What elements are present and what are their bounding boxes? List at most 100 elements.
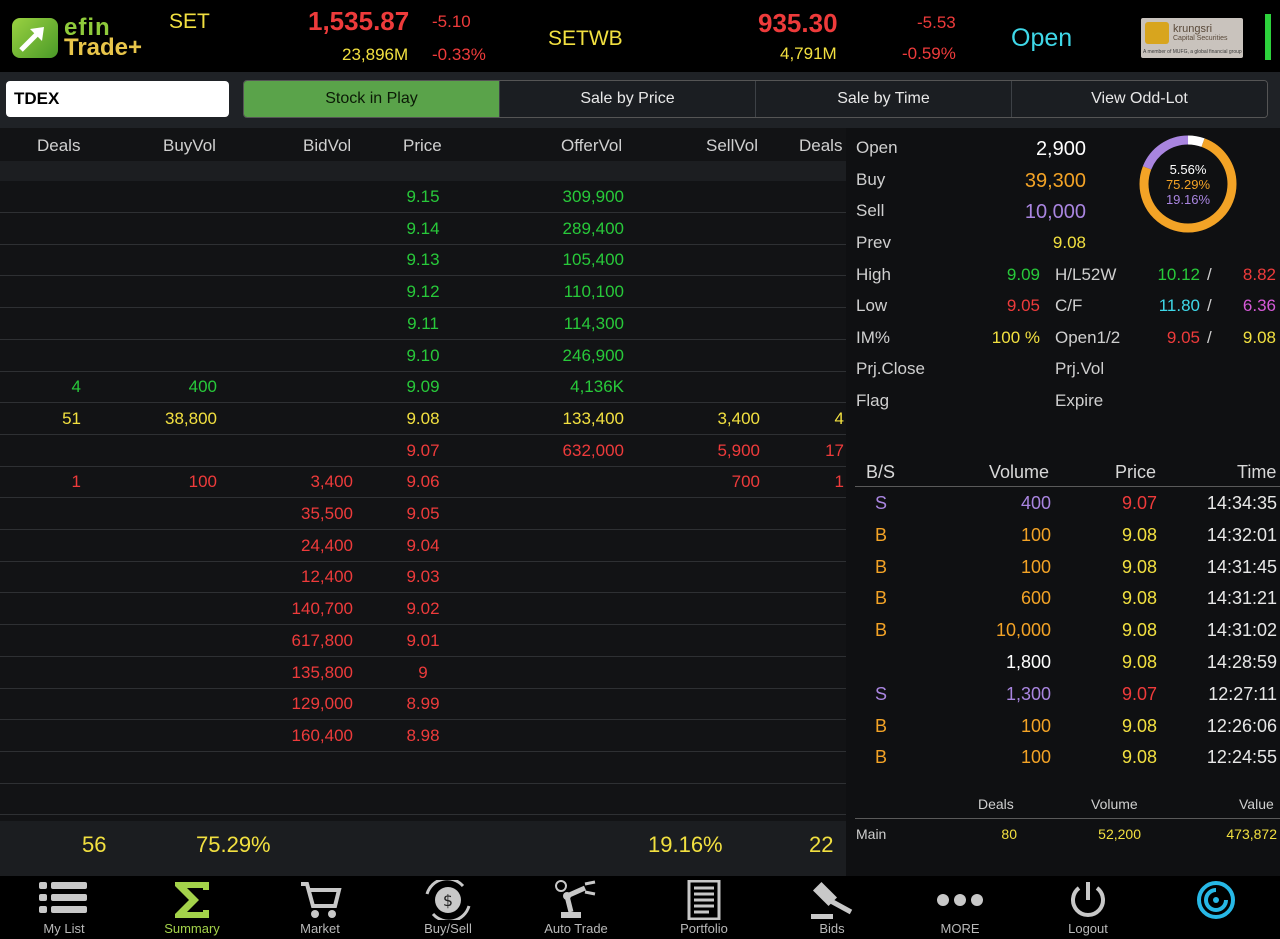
book-row[interactable]: 35,500 9.05 (0, 498, 846, 530)
trade-cell-volume: 100 (1020, 747, 1051, 768)
trade-cell-side: B (875, 524, 888, 545)
power-icon (1071, 882, 1105, 917)
tab-view-odd-lot[interactable]: View Odd-Lot (1011, 81, 1267, 117)
nav-refresh[interactable] (1152, 876, 1280, 939)
trade-cell-time: 14:31:45 (1206, 556, 1277, 577)
tab-sale-by-time[interactable]: Sale by Time (755, 81, 1011, 117)
buy-deals-total: 56 (82, 832, 107, 857)
trade-cell-time: 12:24:55 (1206, 747, 1277, 768)
trade-cell-volume: 400 (1020, 493, 1051, 513)
nav-auto-trade-label: Auto Trade (544, 921, 608, 936)
trade-cell-volume: 100 (1020, 524, 1051, 545)
trade-cell-price: 9.08 (1121, 556, 1157, 577)
book-row[interactable]: 135,800 9 (0, 657, 846, 689)
open1-value: 9.05 (1166, 328, 1200, 347)
setwb-value: 4,791M (780, 44, 837, 63)
symbol-search-input[interactable]: TDEX (6, 81, 229, 117)
trade-row: B 10,000 9.08 14:31:02 (855, 614, 1280, 646)
prjvol-label: Prj.Vol (1055, 359, 1105, 378)
nav-portfolio[interactable]: Portfolio (640, 876, 768, 939)
book-cell-price: 9.15 (406, 187, 440, 206)
setwb-label: SETWB (548, 27, 623, 50)
set-change: -5.10 (432, 12, 471, 31)
nav-more-label: MORE (940, 921, 980, 936)
low-label: Low (856, 296, 888, 315)
book-row[interactable]: 24,400 9.04 (0, 530, 846, 562)
book-row[interactable]: 160,400 8.98 (0, 720, 846, 752)
broker-logo: krungsri Capital Securities A member of … (1141, 18, 1243, 58)
book-cell-sellvol: 5,900 (717, 440, 760, 460)
book-cell-bidvol: 129,000 (291, 694, 353, 714)
tab-stock-in-play[interactable]: Stock in Play (244, 81, 499, 117)
book-row[interactable]: 140,700 9.02 (0, 593, 846, 626)
setwb-change: -5.53 (917, 13, 956, 32)
book-cell-price: 9.08 (406, 408, 440, 428)
trade-row: 1,800 9.08 14:28:59 (855, 646, 1280, 678)
summary-deals-label: Deals (978, 796, 1014, 812)
book-row[interactable]: 1 100 3,400 9.06 700 1 (0, 466, 846, 499)
book-cell-sdeals: 4 (834, 408, 844, 428)
book-cell-price: 9.14 (406, 218, 440, 238)
book-cell-price: 9.06 (406, 472, 440, 492)
summary-deals: 80 (1001, 826, 1017, 842)
book-row[interactable]: 129,000 8.99 (0, 688, 846, 721)
tab-sale-by-price[interactable]: Sale by Price (499, 81, 755, 117)
col-deals-sell: Deals (799, 136, 843, 155)
trade-cell-time: 14:31:21 (1206, 588, 1277, 609)
book-cell-price: 9.11 (407, 313, 439, 333)
cart-icon (301, 882, 342, 918)
app-logo: efin Trade+ (12, 14, 172, 61)
nav-buy-sell[interactable]: $ Buy/Sell (384, 876, 512, 939)
svg-text:$: $ (443, 891, 453, 910)
setwb-index: 935.30 (758, 8, 838, 38)
book-row[interactable]: 9.10 246,900 (0, 340, 846, 372)
book-row[interactable]: 12,400 9.03 (0, 561, 846, 594)
nav-logout[interactable]: Logout (1024, 876, 1152, 939)
book-row[interactable]: 9.14 289,400 (0, 213, 846, 245)
nav-buy-sell-label: Buy/Sell (424, 921, 472, 936)
book-cell-bidvol: 160,400 (291, 725, 353, 745)
book-row[interactable]: 9.12 110,100 (0, 276, 846, 309)
trades-col-time: Time (1237, 462, 1277, 482)
sigma-icon (175, 882, 209, 918)
bottom-nav: My List Summary Market $ Buy/Sell Auto T… (0, 876, 1280, 939)
sell-value: 10,000 (1024, 201, 1086, 223)
book-cell-price: 9.02 (406, 599, 440, 619)
book-row[interactable]: 51 38,800 9.08 133,400 3,400 4 (0, 403, 846, 435)
book-row[interactable]: 9.13 105,400 (0, 244, 846, 277)
high-value: 9.09 (1006, 265, 1040, 284)
book-row[interactable]: 617,800 9.01 (0, 625, 846, 657)
broker-foot: A member of MUFG, a global financial gro… (1143, 49, 1242, 55)
book-row[interactable]: 9.15 309,900 (0, 181, 846, 213)
donut-sell-pct: 19.16% (1165, 192, 1211, 207)
trade-cell-side: B (875, 747, 888, 768)
book-row[interactable]: 9.07 632,000 5,900 17 (0, 435, 846, 467)
nav-my-list[interactable]: My List (0, 876, 128, 939)
view-tabs: Stock in Play Sale by Price Sale by Time… (243, 80, 1268, 118)
cf-slash: / (1207, 296, 1212, 315)
book-cell-price: 9.03 (406, 567, 440, 587)
nav-more[interactable]: MORE (896, 876, 1024, 939)
book-cell-price: 9.10 (406, 345, 440, 365)
connection-status-indicator (1265, 14, 1271, 60)
book-cell-sellvol: 700 (731, 472, 760, 492)
book-row[interactable]: 9.11 114,300 (0, 308, 846, 340)
book-cell-price: 9.09 (406, 377, 440, 397)
buy-value: 39,300 (1024, 170, 1086, 192)
trade-cell-price: 9.07 (1121, 493, 1157, 513)
nav-auto-trade[interactable]: Auto Trade (512, 876, 640, 939)
summary-divider (855, 818, 1280, 819)
nav-market[interactable]: Market (256, 876, 384, 939)
trade-cell-price: 9.08 (1121, 715, 1157, 736)
trade-cell-volume: 1,800 (1005, 652, 1051, 672)
open-value: 2,900 (1035, 138, 1086, 160)
book-cell-price: 9.12 (406, 282, 440, 302)
nav-summary[interactable]: Summary (128, 876, 256, 939)
set-pct: -0.33% (432, 45, 486, 64)
book-cell-bdeals: 51 (62, 408, 81, 428)
book-row[interactable]: 4 400 9.09 4,136K (0, 371, 846, 404)
trade-cell-side: S (875, 683, 888, 704)
nav-market-label: Market (300, 921, 340, 936)
nav-bids[interactable]: Bids (768, 876, 896, 939)
broker-name: krungsri (1173, 23, 1213, 35)
